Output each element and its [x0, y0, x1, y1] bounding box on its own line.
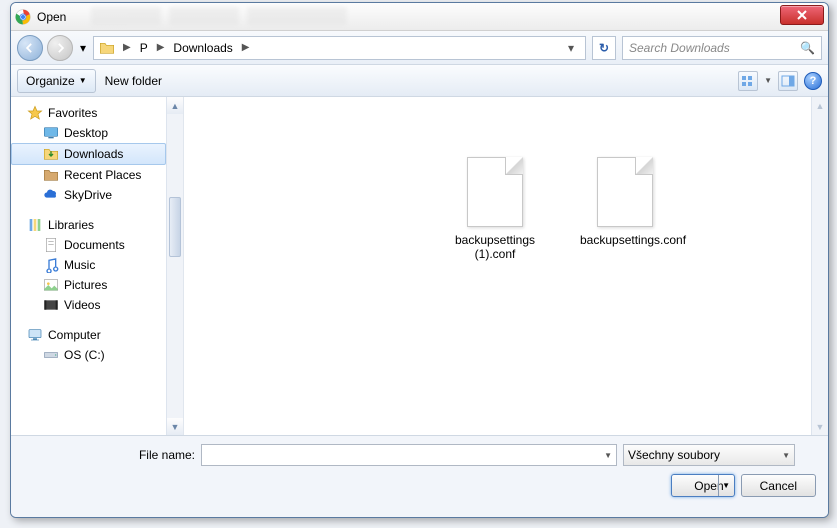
nav-item-music[interactable]: Music [11, 255, 166, 275]
file-list-pane[interactable]: backupsettings (1).conf backupsettings.c… [183, 97, 828, 435]
folder-icon [98, 39, 116, 57]
change-view-button[interactable] [738, 71, 758, 91]
nav-item-drive-c[interactable]: OS (C:) [11, 345, 166, 365]
libraries-icon [27, 217, 43, 233]
organize-button[interactable]: Organize ▼ [17, 69, 96, 93]
open-file-dialog: Open ▾ ▶ P ▶ Downloads ▶ ▾ ↻ S [10, 2, 829, 518]
help-button[interactable]: ? [804, 72, 822, 90]
body: Favorites Desktop Downloads Recent Place… [11, 97, 828, 435]
title-bar: Open [11, 3, 828, 31]
main-scrollbar[interactable]: ▲ ▼ [811, 97, 828, 435]
address-dropdown[interactable]: ▾ [563, 41, 579, 55]
forward-button[interactable] [47, 35, 73, 61]
drive-icon [43, 347, 59, 363]
refresh-button[interactable]: ↻ [592, 36, 616, 60]
breadcrumb-folder[interactable]: Downloads [169, 37, 236, 59]
address-bar[interactable]: ▶ P ▶ Downloads ▶ ▾ [93, 36, 586, 60]
file-item[interactable]: backupsettings (1).conf [450, 157, 540, 261]
chevron-down-icon: ▼ [79, 76, 87, 85]
filetype-select[interactable]: Všechny soubory ▼ [623, 444, 795, 466]
nav-libraries[interactable]: Libraries [11, 215, 166, 235]
breadcrumb-sep[interactable]: ▶ [118, 42, 136, 53]
skydrive-icon [43, 187, 59, 203]
file-icon [597, 157, 653, 227]
close-button[interactable] [780, 5, 824, 25]
nav-item-skydrive[interactable]: SkyDrive [11, 185, 166, 205]
open-split-dropdown[interactable]: ▼ [718, 475, 734, 496]
pictures-icon [43, 277, 59, 293]
scroll-down-icon: ▼ [812, 418, 828, 435]
search-icon: 🔍 [800, 41, 815, 55]
nav-item-videos[interactable]: Videos [11, 295, 166, 315]
search-input[interactable]: Search Downloads 🔍 [622, 36, 822, 60]
desktop-icon [43, 125, 59, 141]
window-title: Open [37, 10, 66, 24]
chevron-down-icon[interactable]: ▼ [604, 451, 612, 460]
nav-item-recent-places[interactable]: Recent Places [11, 165, 166, 185]
toolbar: Organize ▼ New folder ▼ ? [11, 65, 828, 97]
bottom-panel: File name: ▼ Všechny soubory ▼ Open ▼ Ca… [11, 435, 828, 517]
scroll-down-icon[interactable]: ▼ [167, 418, 183, 435]
breadcrumb-sep[interactable]: ▶ [237, 42, 255, 53]
recent-locations-dropdown[interactable]: ▾ [77, 35, 89, 61]
breadcrumb-sep[interactable]: ▶ [152, 42, 170, 53]
music-icon [43, 257, 59, 273]
recent-places-icon [43, 167, 59, 183]
star-icon [27, 105, 43, 121]
scroll-thumb[interactable] [169, 197, 181, 257]
breadcrumb-root[interactable]: P [136, 37, 152, 59]
navigation-pane: Favorites Desktop Downloads Recent Place… [11, 97, 183, 435]
file-item[interactable]: backupsettings.conf [580, 157, 670, 261]
cancel-button[interactable]: Cancel [741, 474, 816, 497]
back-button[interactable] [17, 35, 43, 61]
file-name: backupsettings.conf [580, 233, 670, 247]
open-button[interactable]: Open ▼ [671, 474, 734, 497]
new-folder-button[interactable]: New folder [96, 69, 171, 93]
file-icon [467, 157, 523, 227]
nav-item-documents[interactable]: Documents [11, 235, 166, 255]
scroll-up-icon[interactable]: ▲ [167, 97, 183, 114]
nav-item-downloads[interactable]: Downloads [11, 143, 166, 165]
filename-input[interactable]: ▼ [201, 444, 617, 466]
documents-icon [43, 237, 59, 253]
videos-icon [43, 297, 59, 313]
computer-icon [27, 327, 43, 343]
nav-favorites[interactable]: Favorites [11, 103, 166, 123]
file-name: backupsettings (1).conf [450, 233, 540, 261]
downloads-icon [43, 146, 59, 162]
nav-computer[interactable]: Computer [11, 325, 166, 345]
scroll-up-icon: ▲ [812, 97, 828, 114]
preview-pane-button[interactable] [778, 71, 798, 91]
nav-row: ▾ ▶ P ▶ Downloads ▶ ▾ ↻ Search Downloads… [11, 31, 828, 65]
sidebar-scrollbar[interactable]: ▲ ▼ [166, 97, 183, 435]
chrome-icon [15, 9, 31, 25]
nav-item-desktop[interactable]: Desktop [11, 123, 166, 143]
chevron-down-icon[interactable]: ▼ [764, 76, 772, 85]
filename-label: File name: [23, 448, 195, 462]
chevron-down-icon[interactable]: ▼ [782, 451, 790, 460]
search-placeholder: Search Downloads [629, 41, 730, 55]
nav-item-pictures[interactable]: Pictures [11, 275, 166, 295]
